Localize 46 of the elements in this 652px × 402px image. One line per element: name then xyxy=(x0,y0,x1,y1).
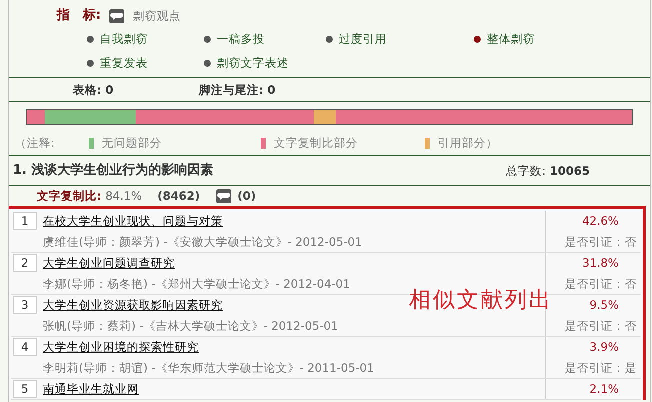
similarity-percent: 42.6% xyxy=(582,213,620,230)
source-meta: 李明莉(导师：胡谊) -《华东师范大学硕士论文》- 2011-05-01 xyxy=(43,360,374,377)
comment-icon xyxy=(109,8,126,24)
citation-status: 是否引证：否 xyxy=(565,276,637,293)
source-link[interactable]: 在校大学生创业现状、问题与对策 xyxy=(43,212,223,230)
flag-label: 自我剽窃 xyxy=(100,32,148,46)
char-count: (8462) xyxy=(158,189,202,203)
ratio-value: 84.1% xyxy=(106,189,144,203)
source-link[interactable]: 大学生创业资源获取影响因素研究 xyxy=(43,296,223,314)
source-link[interactable]: 大学生创业问题调查研究 xyxy=(43,254,175,272)
source-link[interactable]: 大学生创业困境的探索性研究 xyxy=(43,338,199,356)
ratio-label: 文字复制比: xyxy=(37,189,102,203)
similarity-percent: 9.5% xyxy=(590,297,620,314)
flag-label: 重复发表 xyxy=(100,56,148,70)
citation-status: 是否引证：是 xyxy=(565,360,637,377)
similarity-percent: 31.8% xyxy=(582,255,620,272)
annotation-text: 相似文献列出 xyxy=(409,290,553,312)
similarity-percent: 2.1% xyxy=(590,381,620,398)
flag-label: 剽窃文字表述 xyxy=(217,56,289,70)
flag-label: 一稿多投 xyxy=(217,32,265,46)
count-text: 表格: 0 xyxy=(73,83,115,97)
document-title: 1. 浅谈大学生创业行为的影响因素 xyxy=(13,164,214,178)
legend-label: 引用部分） xyxy=(438,136,498,150)
citation-status: 是否引证：否 xyxy=(565,234,637,251)
row-number: 5 xyxy=(13,380,37,398)
count-text: 脚注与尾注: 0 xyxy=(199,83,276,97)
comment-icon xyxy=(216,188,232,204)
source-link[interactable]: 南通毕业生就业网 xyxy=(43,380,139,398)
legend-label: 文字复制比部分 xyxy=(274,136,358,150)
comment-count: (0) xyxy=(238,189,256,203)
flag-label: 整体剽窃 xyxy=(487,32,535,46)
source-meta: 张帆(导师：蔡莉) -《吉林大学硕士论文》- 2012-05-01 xyxy=(43,318,338,335)
source-meta: 虞维佳(导师：颜翠芳) -《安徽大学硕士论文》- 2012-05-01 xyxy=(43,234,362,251)
similarity-percent: 3.9% xyxy=(590,339,620,356)
row-number: 3 xyxy=(13,296,37,314)
indicator-label: 指 标: xyxy=(57,9,102,23)
legend-label: 无问题部分 xyxy=(102,136,162,150)
legend-label: （注释: xyxy=(15,136,56,150)
source-meta: 李娜(导师：杨冬艳) -《郑州大学硕士论文》- 2012-04-01 xyxy=(43,276,350,293)
row-number: 2 xyxy=(13,254,37,272)
indicator-link[interactable]: 剽窃观点 xyxy=(133,9,182,23)
citation-status: 是否引证：否 xyxy=(565,318,637,335)
word-count: 总字数: 10065 xyxy=(506,164,590,178)
row-number: 4 xyxy=(13,338,37,356)
row-number: 1 xyxy=(13,212,37,230)
flag-label: 过度引用 xyxy=(339,32,387,46)
